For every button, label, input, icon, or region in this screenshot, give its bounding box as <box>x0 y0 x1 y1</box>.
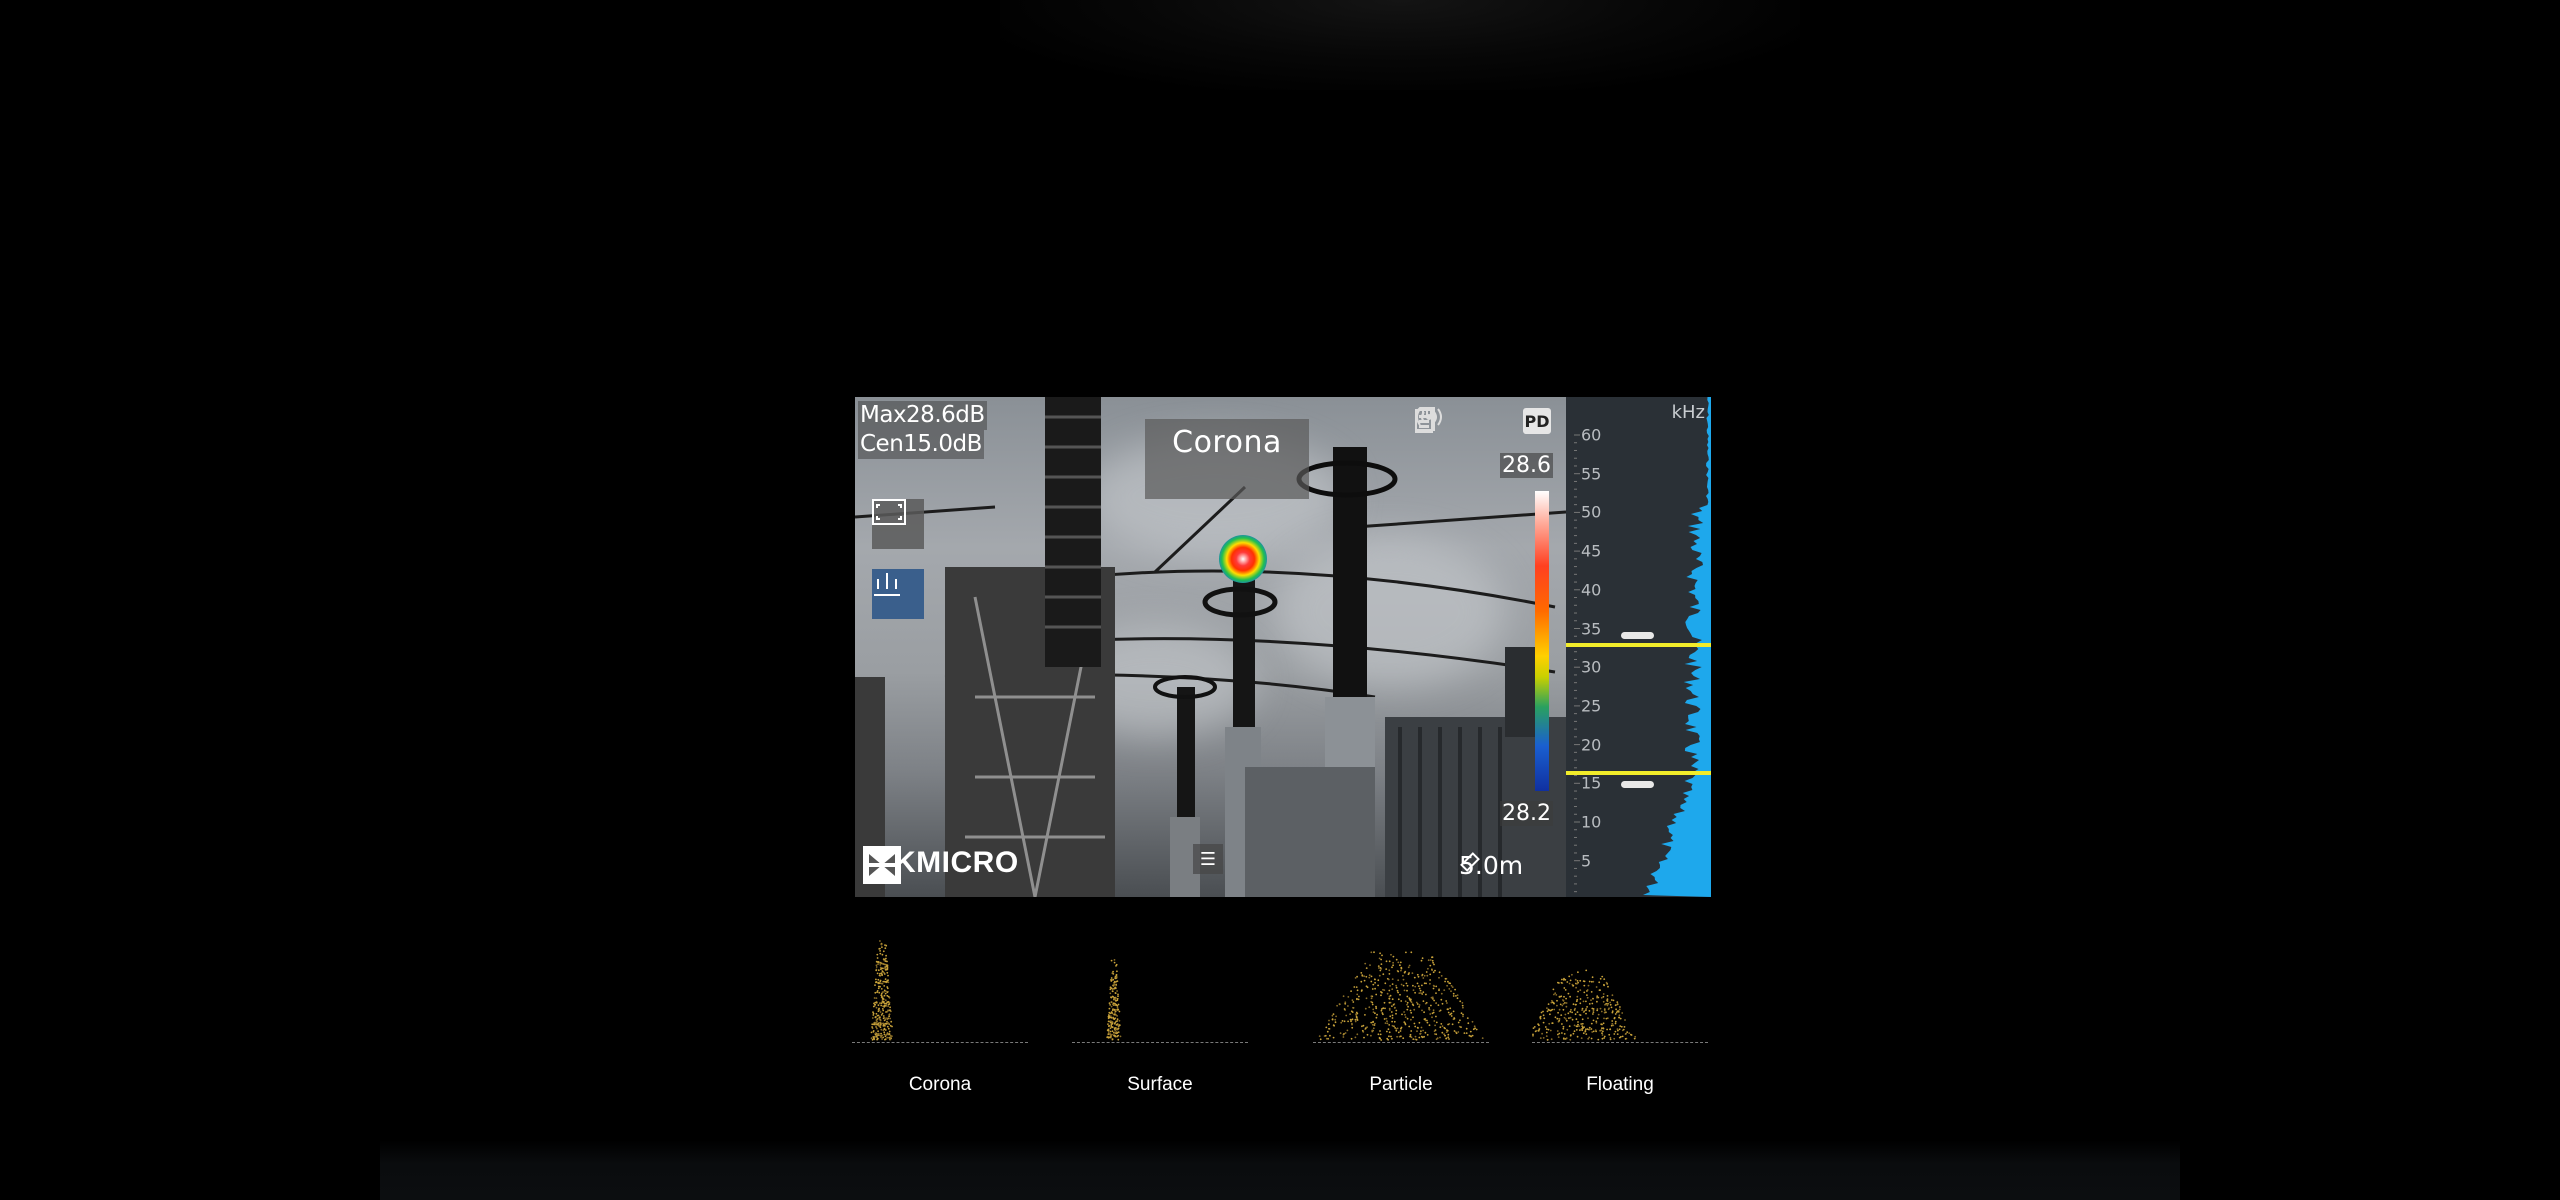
pattern-label: Floating <box>1586 1074 1654 1095</box>
pattern-baseline <box>852 1042 1028 1043</box>
frequency-tick-label: 35 <box>1581 619 1602 638</box>
menu-button[interactable]: ☰ <box>1193 844 1223 874</box>
brand-logo: HIKMICRO <box>863 846 1019 884</box>
pattern-plot <box>1313 930 1489 1045</box>
mode-label: Corona <box>1172 425 1282 460</box>
frequency-tick-label: 5 <box>1581 851 1592 871</box>
pattern-baseline <box>1313 1042 1489 1043</box>
frequency-tick-label: 50 <box>1581 502 1602 522</box>
frequency-tick-label: 25 <box>1581 696 1602 716</box>
status-bar: PD <box>1415 407 1551 435</box>
prpd-pattern-graph <box>1318 951 1484 1041</box>
max-readout: Max28.6dB <box>858 401 987 430</box>
pattern-label: Corona <box>908 1074 972 1095</box>
fullscreen-icon <box>872 499 906 525</box>
band-lower-handle[interactable] <box>1621 781 1654 789</box>
pattern-label: Surface <box>1127 1074 1193 1095</box>
sound-source-hotspot[interactable] <box>1219 535 1267 583</box>
pattern-floating[interactable]: Floating <box>1532 930 1708 1095</box>
band-upper-handle[interactable] <box>1621 631 1654 639</box>
prpd-pattern-graph <box>1106 959 1122 1041</box>
frequency-tick-label: 20 <box>1581 735 1602 755</box>
color-scale-bar <box>1535 491 1549 791</box>
pd-badge: PD <box>1523 408 1551 434</box>
device-screen: Max28.6dB Cen15.0dB Corona PD 28.6 28.2 … <box>855 397 1711 897</box>
pattern-particle[interactable]: Particle <box>1313 930 1489 1095</box>
menu-icon: ☰ <box>1199 848 1217 870</box>
pattern-label: Particle <box>1369 1074 1433 1095</box>
scale-min-value: 28.2 <box>1500 801 1553 826</box>
hikmicro-logo-icon <box>863 846 901 884</box>
mode-banner: Corona <box>1145 419 1309 499</box>
prpd-pattern-graph <box>870 940 893 1041</box>
band-upper-line[interactable] <box>1566 642 1711 647</box>
center-readout: Cen15.0dB <box>858 430 984 459</box>
sd-card-icon <box>1415 407 1479 435</box>
frequency-tick-label: 40 <box>1581 580 1602 600</box>
band-lower-line[interactable] <box>1566 771 1711 776</box>
pattern-plot <box>852 930 1028 1045</box>
spectrum-toggle-button[interactable] <box>872 569 924 619</box>
frequency-unit: kHz <box>1671 402 1705 423</box>
bottom-glow <box>380 1140 2180 1200</box>
pattern-plot <box>1532 930 1708 1045</box>
frequency-tick-label: 55 <box>1581 464 1602 484</box>
frequency-tick-label: 45 <box>1581 541 1602 561</box>
pattern-surface[interactable]: Surface <box>1072 930 1248 1095</box>
fullscreen-button[interactable] <box>872 499 924 549</box>
frequency-tick-label: 60 <box>1581 425 1602 445</box>
ruler-icon <box>1460 852 1480 872</box>
pattern-plot <box>1072 930 1248 1045</box>
top-glow <box>1000 0 1800 90</box>
distance-readout: 5.0m <box>1459 851 1523 880</box>
battery-icon <box>1415 407 1515 435</box>
camera-view[interactable]: Max28.6dB Cen15.0dB Corona PD 28.6 28.2 … <box>855 397 1566 897</box>
spectrum-icon <box>874 573 900 596</box>
scale-max-value: 28.6 <box>1500 453 1553 478</box>
frequency-tick-label: 30 <box>1581 657 1602 677</box>
frequency-tick-label: 10 <box>1581 812 1602 832</box>
pattern-baseline <box>1532 1042 1708 1043</box>
pattern-baseline <box>1072 1042 1248 1043</box>
frequency-spectrum-panel[interactable]: kHz 60 55 50 45 40 35 30 25 20 15 10 5 <box>1566 397 1711 897</box>
prpd-pattern-graph <box>1532 969 1637 1041</box>
pattern-corona[interactable]: Corona <box>852 930 1028 1095</box>
spectrum-fill <box>1643 397 1711 897</box>
frequency-tick-label: 15 <box>1581 773 1602 793</box>
